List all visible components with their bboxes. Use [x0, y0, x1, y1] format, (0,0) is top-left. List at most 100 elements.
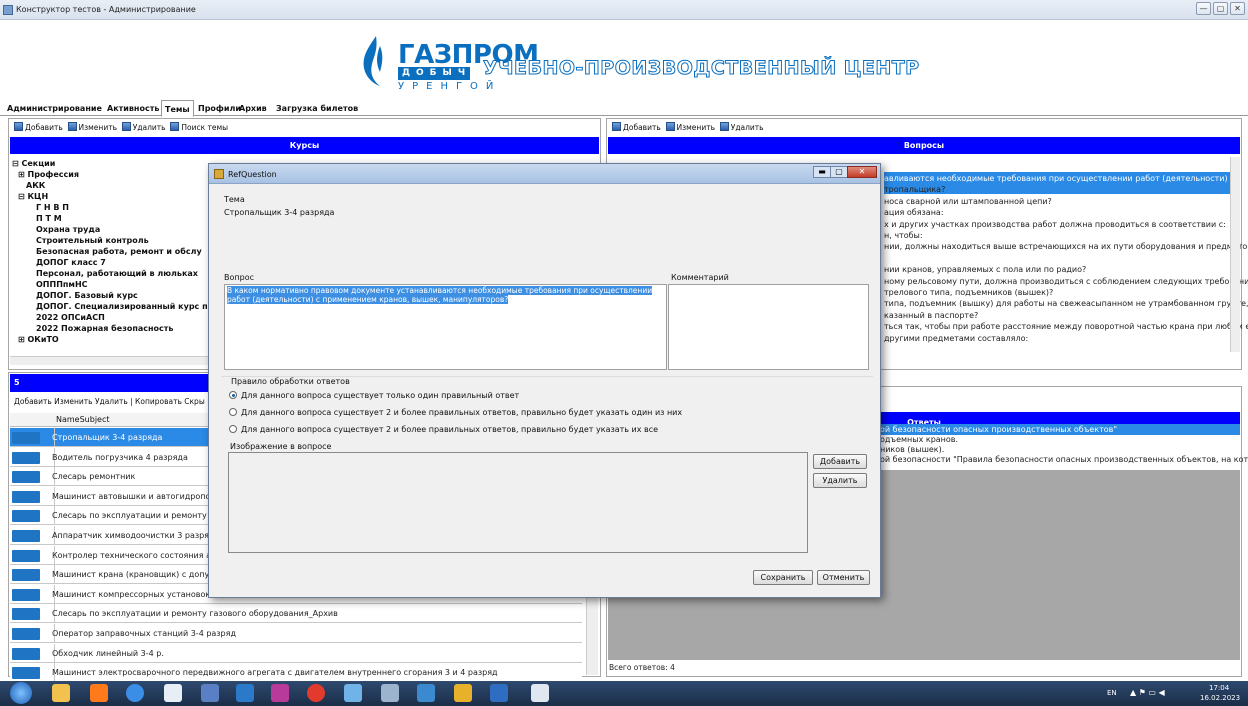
media-player-icon[interactable]	[90, 684, 108, 702]
tab-archive[interactable]: Архив	[236, 102, 270, 116]
clock-date: 16.02.2023	[1200, 694, 1241, 702]
tree-node[interactable]: АКК	[12, 180, 212, 191]
folder-icon	[12, 432, 40, 444]
rule-radio-single[interactable]	[229, 391, 237, 399]
question-row[interactable]: типа, подъемник (вышку) для работы на св…	[884, 299, 1248, 309]
rule-any-of-label: Для данного вопроса существует 2 и более…	[241, 408, 683, 417]
question-row[interactable]: ация обязана:	[884, 208, 944, 218]
tree-node[interactable]: ⊟ КЦН	[12, 191, 212, 202]
question-row[interactable]: ному рельсовому пути, должна производить…	[884, 277, 1248, 287]
question-row[interactable]: ться так, чтобы при работе расстояние ме…	[884, 322, 1248, 332]
tree-node[interactable]: ⊞ Профессия	[12, 169, 212, 180]
image-add-button[interactable]: Добавить	[813, 454, 867, 469]
tree-node[interactable]: ДОПОГ. Специализированный курс п	[12, 301, 212, 312]
yandex-browser-icon[interactable]	[307, 684, 325, 702]
active-window-icon[interactable]	[531, 684, 549, 702]
subject-name: Слесарь по эксплуатации и ремонту газов	[52, 511, 233, 521]
save-disk-icon[interactable]	[201, 684, 219, 702]
tree-node[interactable]: ⊟ Секции	[12, 158, 212, 169]
question-row[interactable]: х и других участках производства работ д…	[884, 220, 1226, 230]
close-button[interactable]: ✕	[1230, 2, 1245, 15]
question-textarea[interactable]: В каком нормативно правовом документе ус…	[224, 284, 667, 370]
group-icon[interactable]	[454, 684, 472, 702]
search-topic-button[interactable]: Поиск темы	[170, 122, 228, 132]
rule-single-label: Для данного вопроса существует только од…	[241, 391, 520, 400]
courses-edit-button[interactable]: Изменить	[67, 122, 117, 132]
tree-node[interactable]: 2022 ОПСиАСП	[12, 312, 212, 323]
tree-node[interactable]: Г Н В П	[12, 202, 212, 213]
tree-node[interactable]: Персонал, работающий в люльках	[12, 268, 212, 279]
tree-node[interactable]: Строительный контроль	[12, 235, 212, 246]
outlook-icon[interactable]	[236, 684, 254, 702]
rule-radio-all-of[interactable]	[229, 425, 237, 433]
tree-node[interactable]: ДОПОГ. Базовый курс	[12, 290, 212, 301]
cancel-button[interactable]: Отменить	[817, 570, 870, 585]
dialog-title: RefQuestion	[228, 170, 277, 179]
tree-node[interactable]: 2022 Пожарная безопасность	[12, 323, 212, 334]
tree-node[interactable]: П Т М	[12, 213, 212, 224]
minimize-button[interactable]: —	[1196, 2, 1211, 15]
tree-node[interactable]: ОПППпмНС	[12, 279, 212, 290]
question-row[interactable]: трелового типа, подъемников (вышек)?	[884, 288, 1053, 298]
questions-add-button[interactable]: Добавить	[612, 122, 661, 132]
tray-icons[interactable]: ▲ ⚑ ▭ ◀	[1130, 688, 1165, 697]
questions-edit-button[interactable]: Изменить	[665, 122, 715, 132]
question-row[interactable]: казанный в паспорте?	[884, 311, 978, 321]
comment-textarea[interactable]	[668, 284, 869, 370]
calculator-icon[interactable]	[381, 684, 399, 702]
question-row[interactable]: тропальщика?	[884, 185, 945, 195]
visual-studio-icon[interactable]	[271, 684, 289, 702]
dialog-maximize-button[interactable]: ▢	[830, 166, 848, 178]
question-image-box[interactable]	[228, 452, 808, 553]
app-icon-2[interactable]	[417, 684, 435, 702]
subject-row[interactable]: Оператор заправочных станций 3-4 разряд	[10, 624, 582, 643]
tab-ticket-upload[interactable]: Загрузка билетов	[273, 102, 361, 116]
image-delete-button[interactable]: Удалить	[813, 473, 867, 488]
tab-administration[interactable]: Администрирование	[4, 102, 105, 116]
subject-row[interactable]: Машинист электросварочного передвижного …	[10, 663, 582, 683]
courses-add-button[interactable]: Добавить	[14, 122, 63, 132]
answer-row[interactable]: ой безопасности опасных производственных…	[880, 425, 1117, 435]
rule-radio-any-of[interactable]	[229, 408, 237, 416]
tree-node[interactable]: ⊞ ОКиТО	[12, 334, 212, 345]
subject-row[interactable]: Слесарь по эксплуатации и ремонту газово…	[10, 604, 582, 624]
questions-scrollbar[interactable]	[1230, 157, 1240, 352]
word-icon[interactable]	[490, 684, 508, 702]
question-row[interactable]: нии, должны находиться выше встречающихс…	[884, 242, 1248, 252]
question-row[interactable]: носа сварной или штампованной цепи?	[884, 197, 1052, 207]
logo-dobycha-text: ДОБЫЧА	[398, 67, 478, 80]
tree-node[interactable]: Охрана труда	[12, 224, 212, 235]
question-row[interactable]: авливаются необходимые требования при ос…	[884, 174, 1235, 184]
question-row[interactable]: н, чтобы:	[884, 231, 923, 241]
utility-icon[interactable]	[344, 684, 362, 702]
app-icon	[3, 5, 13, 15]
subjects-toolbar[interactable]: Добавить Изменить Удалить | Копировать С…	[14, 395, 205, 409]
window-icon[interactable]	[164, 684, 182, 702]
rule-group-label: Правило обработки ответов	[231, 377, 350, 386]
folder-icon	[12, 608, 40, 621]
maximize-button[interactable]: ▢	[1213, 2, 1228, 15]
dialog-close-button[interactable]: ✕	[847, 166, 877, 178]
questions-delete-button[interactable]: Удалить	[719, 122, 764, 132]
subject-row[interactable]: Обходчик линейный 3-4 р.	[10, 643, 582, 663]
internet-explorer-icon[interactable]	[126, 684, 144, 702]
answer-row[interactable]: одъемных кранов.	[880, 435, 958, 445]
save-button[interactable]: Сохранить	[753, 570, 813, 585]
window-titlebar: Конструктор тестов - Администрирование —…	[0, 0, 1248, 20]
courses-delete-button[interactable]: Удалить	[121, 122, 166, 132]
tree-node[interactable]: Безопасная работа, ремонт и обслу	[12, 246, 212, 257]
courses-horizontal-scrollbar[interactable]	[10, 356, 208, 365]
start-button-icon[interactable]	[10, 682, 32, 704]
explorer-icon[interactable]	[52, 684, 70, 702]
tree-node[interactable]: ДОПОГ класс 7	[12, 257, 212, 268]
courses-tree[interactable]: ⊟ Секции ⊞ Профессия АКК ⊟ КЦН Г Н В П П…	[12, 158, 212, 345]
language-indicator[interactable]: EN	[1107, 689, 1117, 697]
tab-activity[interactable]: Активность	[104, 102, 162, 116]
dialog-minimize-button[interactable]: ▬	[813, 166, 831, 178]
question-row[interactable]: нии кранов, управляемых с пола или по ра…	[884, 265, 1086, 275]
answer-row[interactable]: ой безопасности "Правила безопасности оп…	[880, 455, 1248, 465]
question-label: Вопрос	[224, 273, 254, 282]
answer-row[interactable]: ников (вышек).	[880, 445, 944, 455]
question-row[interactable]: другими предметами составляло:	[884, 334, 1028, 344]
tab-topics[interactable]: Темы	[161, 100, 194, 117]
